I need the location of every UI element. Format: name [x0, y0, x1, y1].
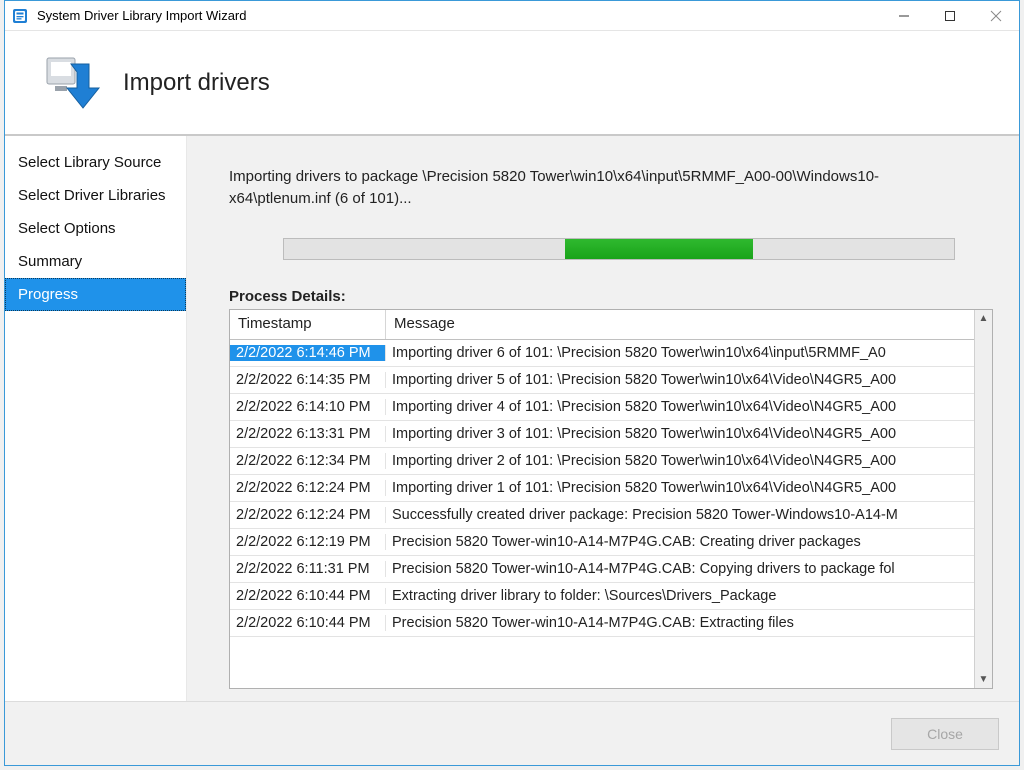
- cell-message: Importing driver 1 of 101: \Precision 58…: [386, 480, 992, 496]
- cell-message: Importing driver 3 of 101: \Precision 58…: [386, 426, 992, 442]
- table-row[interactable]: 2/2/2022 6:12:34 PMImporting driver 2 of…: [230, 448, 992, 475]
- cell-timestamp: 2/2/2022 6:14:35 PM: [230, 372, 386, 388]
- wizard-body: Select Library Source Select Driver Libr…: [5, 136, 1019, 701]
- cell-timestamp: 2/2/2022 6:12:19 PM: [230, 534, 386, 550]
- cell-message: Precision 5820 Tower-win10-A14-M7P4G.CAB…: [386, 615, 992, 631]
- step-select-library-source[interactable]: Select Library Source: [5, 146, 186, 179]
- cell-timestamp: 2/2/2022 6:10:44 PM: [230, 588, 386, 604]
- maximize-button[interactable]: [927, 1, 973, 30]
- wizard-steps-sidebar: Select Library Source Select Driver Libr…: [5, 136, 187, 701]
- progress-bar: [283, 238, 955, 260]
- close-button[interactable]: Close: [891, 718, 999, 750]
- wizard-window: System Driver Library Import Wizard Impo…: [4, 0, 1020, 766]
- wizard-title: Import drivers: [123, 69, 270, 97]
- table-row[interactable]: 2/2/2022 6:14:46 PMImporting driver 6 of…: [230, 340, 992, 367]
- cell-timestamp: 2/2/2022 6:10:44 PM: [230, 615, 386, 631]
- table-row[interactable]: 2/2/2022 6:12:19 PMPrecision 5820 Tower-…: [230, 529, 992, 556]
- step-select-options[interactable]: Select Options: [5, 212, 186, 245]
- table-body: 2/2/2022 6:14:46 PMImporting driver 6 of…: [230, 340, 992, 689]
- cell-message: Successfully created driver package: Pre…: [386, 507, 992, 523]
- window-controls: [881, 1, 1019, 30]
- wizard-content: Importing drivers to package \Precision …: [187, 136, 1019, 701]
- table-row[interactable]: 2/2/2022 6:12:24 PMSuccessfully created …: [230, 502, 992, 529]
- step-progress[interactable]: Progress: [5, 278, 186, 311]
- close-window-button[interactable]: [973, 1, 1019, 30]
- table-row[interactable]: 2/2/2022 6:14:35 PMImporting driver 5 of…: [230, 367, 992, 394]
- step-select-driver-libraries[interactable]: Select Driver Libraries: [5, 179, 186, 212]
- table-header: Timestamp Message: [230, 310, 992, 340]
- app-icon: [11, 7, 29, 25]
- col-message[interactable]: Message: [386, 310, 992, 339]
- col-timestamp[interactable]: Timestamp: [230, 310, 386, 339]
- cell-timestamp: 2/2/2022 6:12:34 PM: [230, 453, 386, 469]
- table-row[interactable]: 2/2/2022 6:11:31 PMPrecision 5820 Tower-…: [230, 556, 992, 583]
- titlebar: System Driver Library Import Wizard: [5, 1, 1019, 31]
- table-row[interactable]: 2/2/2022 6:12:24 PMImporting driver 1 of…: [230, 475, 992, 502]
- step-summary[interactable]: Summary: [5, 245, 186, 278]
- cell-message: Importing driver 4 of 101: \Precision 58…: [386, 399, 992, 415]
- cell-message: Importing driver 6 of 101: \Precision 58…: [386, 345, 992, 361]
- table-row[interactable]: 2/2/2022 6:13:31 PMImporting driver 3 of…: [230, 421, 992, 448]
- cell-timestamp: 2/2/2022 6:14:10 PM: [230, 399, 386, 415]
- cell-timestamp: 2/2/2022 6:13:31 PM: [230, 426, 386, 442]
- cell-message: Importing driver 2 of 101: \Precision 58…: [386, 453, 992, 469]
- cell-message: Precision 5820 Tower-win10-A14-M7P4G.CAB…: [386, 561, 992, 577]
- minimize-button[interactable]: [881, 1, 927, 30]
- table-row[interactable]: 2/2/2022 6:14:10 PMImporting driver 4 of…: [230, 394, 992, 421]
- wizard-header: Import drivers: [5, 31, 1019, 136]
- scroll-down-icon[interactable]: ▼: [975, 670, 992, 688]
- process-details-label: Process Details:: [229, 288, 993, 305]
- import-drivers-icon: [41, 52, 103, 114]
- table-row[interactable]: 2/2/2022 6:10:44 PMPrecision 5820 Tower-…: [230, 610, 992, 637]
- cell-message: Extracting driver library to folder: \So…: [386, 588, 992, 604]
- cell-message: Precision 5820 Tower-win10-A14-M7P4G.CAB…: [386, 534, 992, 550]
- cell-timestamp: 2/2/2022 6:12:24 PM: [230, 480, 386, 496]
- scroll-up-icon[interactable]: ▲: [975, 310, 992, 328]
- cell-timestamp: 2/2/2022 6:14:46 PM: [230, 345, 386, 361]
- cell-timestamp: 2/2/2022 6:11:31 PM: [230, 561, 386, 577]
- vertical-scrollbar[interactable]: ▲ ▼: [974, 310, 992, 689]
- cell-message: Importing driver 5 of 101: \Precision 58…: [386, 372, 992, 388]
- import-status-text: Importing drivers to package \Precision …: [229, 166, 929, 210]
- wizard-footer: Close: [5, 701, 1019, 765]
- window-title: System Driver Library Import Wizard: [37, 8, 881, 23]
- table-row[interactable]: 2/2/2022 6:10:44 PMExtracting driver lib…: [230, 583, 992, 610]
- progress-bar-chunk: [565, 239, 753, 259]
- cell-timestamp: 2/2/2022 6:12:24 PM: [230, 507, 386, 523]
- process-details-table: Timestamp Message 2/2/2022 6:14:46 PMImp…: [229, 309, 993, 690]
